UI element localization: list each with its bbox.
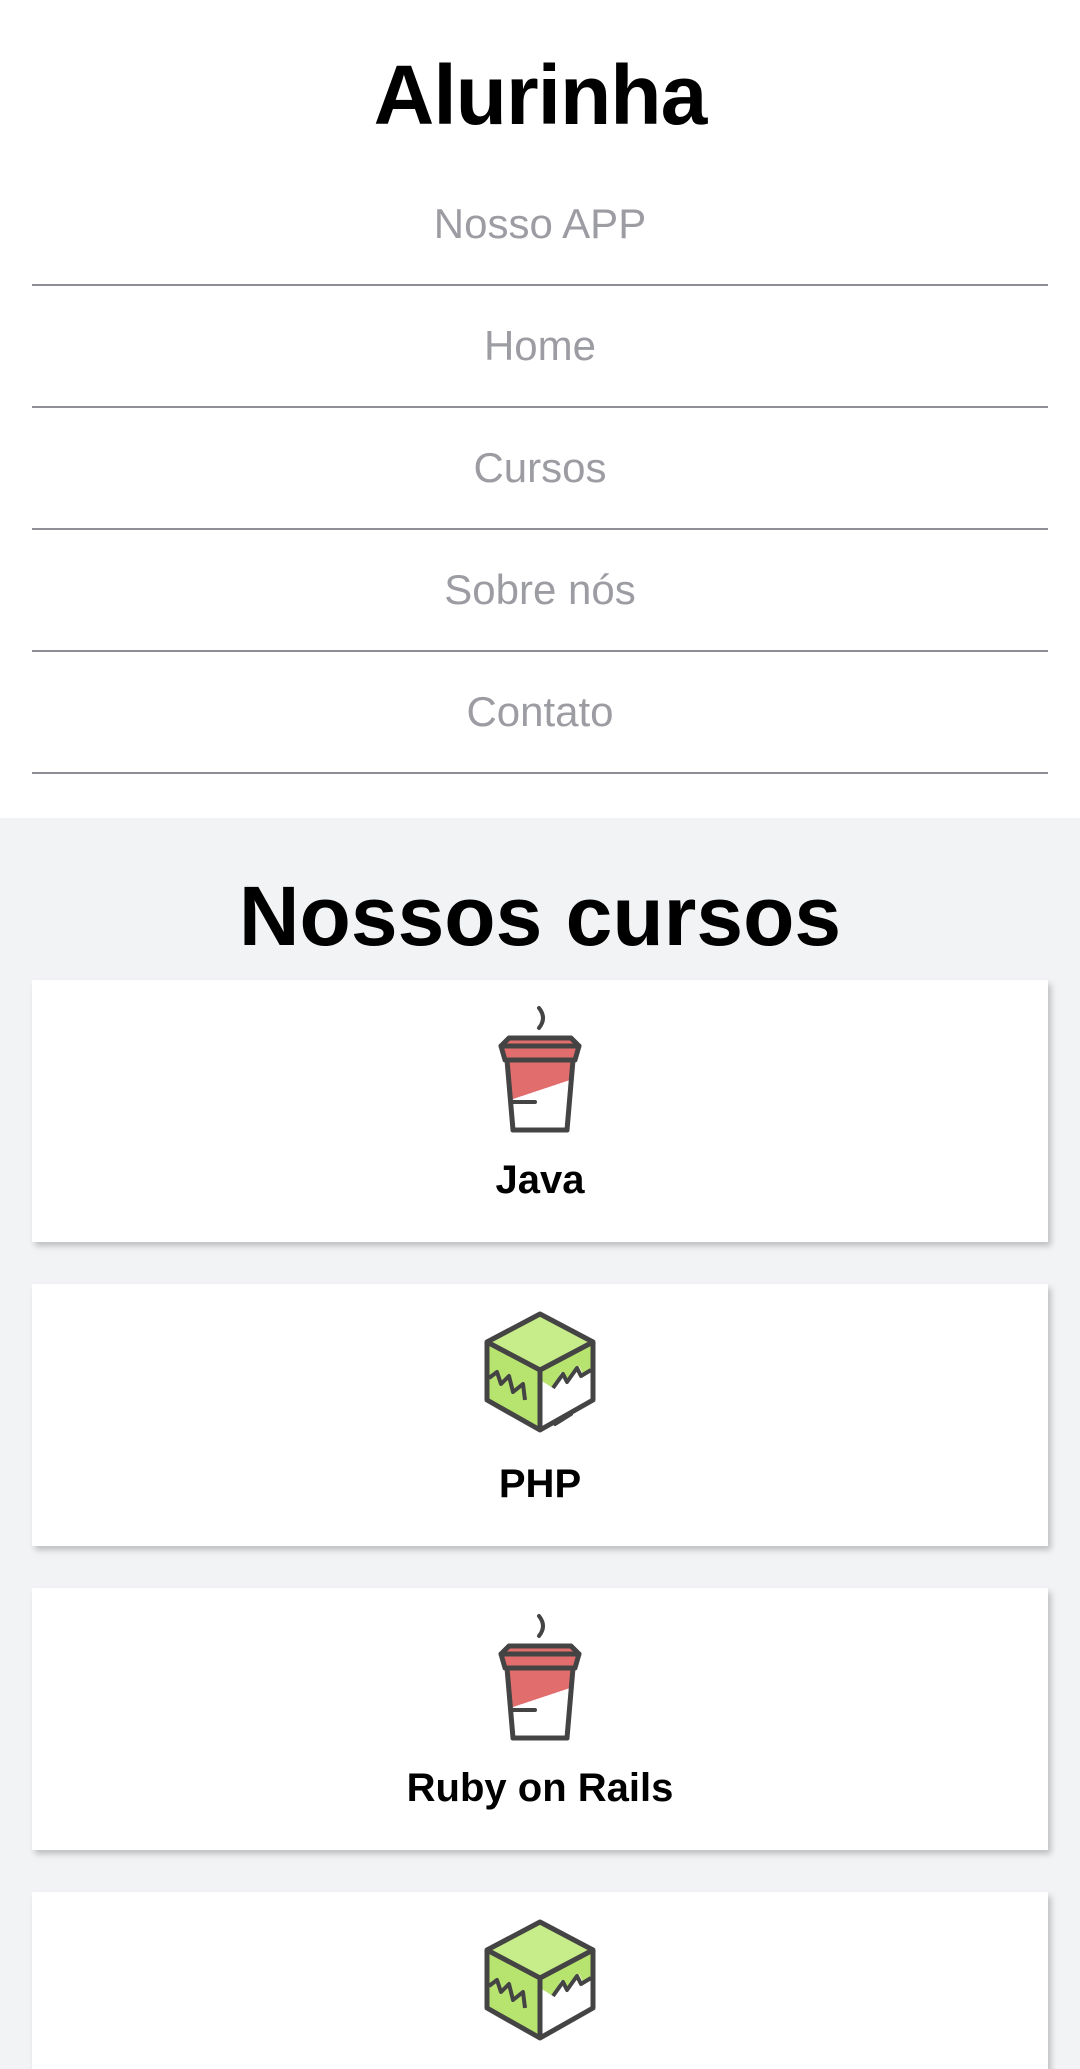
course-card-partial[interactable] (32, 1892, 1048, 2069)
coffee-cup-icon (498, 1614, 582, 1741)
cube-icon (484, 1311, 596, 1433)
course-card-php[interactable]: PHP (32, 1284, 1048, 1546)
nav-item-home[interactable]: Home (32, 286, 1048, 408)
cube-icon (484, 1919, 596, 2041)
nav-item-cursos[interactable]: Cursos (32, 408, 1048, 530)
courses-section: Nossos cursos Java PHP Ruby on Rails (0, 818, 1080, 2069)
course-name: Java (495, 1158, 585, 1202)
brand-title[interactable]: Alurinha (0, 40, 1080, 150)
coffee-cup-icon (498, 1006, 582, 1133)
course-name: PHP (498, 1462, 582, 1506)
nav-item-contato[interactable]: Contato (32, 652, 1048, 774)
site-header: Alurinha Nosso APP Home Cursos Sobre nós… (0, 0, 1080, 818)
main-nav: Nosso APP Home Cursos Sobre nós Contato (32, 164, 1048, 774)
course-name: Ruby on Rails (406, 1766, 674, 1810)
courses-title: Nossos cursos (238, 869, 842, 963)
nav-item-nosso-app[interactable]: Nosso APP (32, 164, 1048, 286)
course-card-java[interactable]: Java (32, 980, 1048, 1242)
course-card-ruby-on-rails[interactable]: Ruby on Rails (32, 1588, 1048, 1850)
nav-item-sobre-nos[interactable]: Sobre nós (32, 530, 1048, 652)
